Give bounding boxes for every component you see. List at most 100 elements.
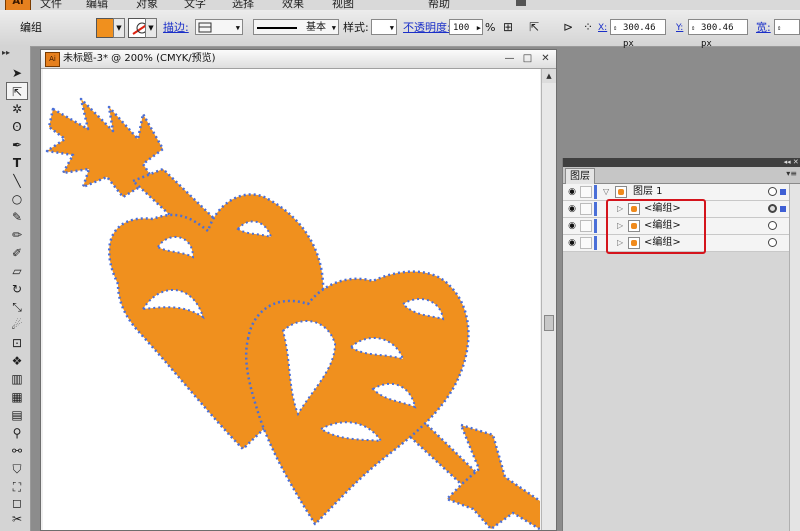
- visibility-eye-icon[interactable]: ◉: [566, 203, 578, 215]
- blob-brush-tool-icon[interactable]: ✐: [6, 244, 28, 262]
- pencil-tool-icon[interactable]: ✏: [6, 226, 28, 244]
- list-item[interactable]: ◉ ▷ <编组>: [563, 235, 789, 252]
- isolate-group-icon[interactable]: ⇱: [526, 19, 542, 35]
- width-stepper-icon[interactable]: ⇕: [777, 20, 781, 36]
- expand-layer-icon[interactable]: ▽: [603, 184, 609, 200]
- stroke-profile-dropdown-icon[interactable]: ▼: [332, 20, 336, 36]
- document-title-bar[interactable]: Ai 未标题-3* @ 200% (CMYK/预览) — □ ✕: [41, 50, 556, 69]
- recolor-artwork-icon[interactable]: ⊞: [500, 19, 516, 35]
- group-name[interactable]: <编组>: [644, 201, 681, 217]
- opacity-label[interactable]: 不透明度:: [403, 18, 451, 38]
- layer-name[interactable]: 图层 1: [633, 184, 663, 200]
- panel-close-icon[interactable]: ✕: [793, 158, 799, 166]
- stroke-profile-field[interactable]: 基本 ▼: [253, 19, 339, 35]
- paintbrush-tool-icon[interactable]: ✎: [6, 208, 28, 226]
- tab-layers[interactable]: 图层: [565, 168, 595, 184]
- stroke-label[interactable]: 描边:: [163, 18, 189, 38]
- live-paint-tool-icon[interactable]: ⛉: [6, 460, 28, 478]
- x-stepper-icon[interactable]: ⇕: [613, 20, 617, 36]
- type-tool-icon[interactable]: T: [6, 154, 28, 172]
- warp-tool-icon[interactable]: ☄: [6, 316, 28, 334]
- menu-help[interactable]: 帮助: [428, 0, 450, 10]
- column-graph-tool-icon[interactable]: ▥: [6, 370, 28, 388]
- menu-edit[interactable]: 编辑: [86, 0, 108, 10]
- menu-type[interactable]: 文字: [184, 0, 206, 10]
- stroke-weight-dropdown-icon[interactable]: ▼: [236, 20, 240, 36]
- layer-row[interactable]: ◉ ▽ 图层 1: [563, 184, 789, 201]
- group-selection-indicator[interactable]: [780, 206, 786, 212]
- artboard-canvas[interactable]: [43, 69, 540, 530]
- line-tool-icon[interactable]: ╲: [6, 172, 28, 190]
- gradient-tool-icon[interactable]: ▤: [6, 406, 28, 424]
- eraser-tool-icon[interactable]: ▱: [6, 262, 28, 280]
- opacity-input[interactable]: 100 ▶: [449, 19, 483, 35]
- slice-tool-icon[interactable]: ✂: [6, 510, 28, 528]
- scroll-up-icon[interactable]: ▲: [542, 69, 556, 83]
- lock-toggle[interactable]: [580, 220, 592, 232]
- y-input[interactable]: ⇕ 300.46 px: [688, 19, 748, 49]
- group-target-icon[interactable]: [768, 238, 777, 247]
- stroke-weight-field[interactable]: ▼: [195, 19, 243, 35]
- selection-type-label: 编组: [20, 21, 42, 34]
- close-icon[interactable]: ✕: [539, 52, 552, 65]
- mesh-tool-icon[interactable]: ▦: [6, 388, 28, 406]
- lasso-tool-icon[interactable]: ʘ: [6, 118, 28, 136]
- expand-group-icon[interactable]: ▷: [617, 218, 623, 234]
- heart-arrow-artwork[interactable]: [43, 69, 540, 530]
- menu-effect[interactable]: 效果: [282, 0, 304, 10]
- select-similar-icon[interactable]: ⊳: [560, 19, 576, 35]
- visibility-eye-icon[interactable]: ◉: [566, 237, 578, 249]
- document-vertical-scrollbar[interactable]: ▲: [541, 69, 556, 530]
- layers-scrollbar[interactable]: [789, 184, 800, 531]
- group-name[interactable]: <编组>: [644, 218, 681, 234]
- list-item[interactable]: ◉ ▷ <编组>: [563, 201, 789, 218]
- minimize-icon[interactable]: —: [503, 52, 516, 65]
- group-target-icon[interactable]: [768, 221, 777, 230]
- style-dropdown-icon[interactable]: ▼: [390, 20, 394, 36]
- visibility-eye-icon[interactable]: ◉: [566, 220, 578, 232]
- scrollbar-thumb[interactable]: [544, 315, 554, 331]
- list-item[interactable]: ◉ ▷ <编组>: [563, 218, 789, 235]
- expand-group-icon[interactable]: ▷: [617, 235, 623, 251]
- layer-target-icon[interactable]: [768, 187, 777, 196]
- style-field[interactable]: ▼: [371, 19, 397, 35]
- rotate-tool-icon[interactable]: ↻: [6, 280, 28, 298]
- pen-tool-icon[interactable]: ✒: [6, 136, 28, 154]
- x-label[interactable]: X:: [598, 18, 607, 38]
- free-transform-tool-icon[interactable]: ⊡: [6, 334, 28, 352]
- menu-object[interactable]: 对象: [136, 0, 158, 10]
- y-label[interactable]: Y:: [676, 18, 683, 38]
- reference-point-icon[interactable]: ⁘: [580, 19, 596, 35]
- symbol-sprayer-tool-icon[interactable]: ❖: [6, 352, 28, 370]
- blend-tool-icon[interactable]: ⚯: [6, 442, 28, 460]
- scale-tool-icon[interactable]: ⤡: [6, 298, 28, 316]
- lock-toggle[interactable]: [580, 203, 592, 215]
- group-name[interactable]: <编组>: [644, 235, 681, 251]
- lock-toggle[interactable]: [580, 237, 592, 249]
- layer-selection-indicator[interactable]: [780, 189, 786, 195]
- y-stepper-icon[interactable]: ⇕: [691, 20, 695, 36]
- selection-tool-icon[interactable]: ➤: [6, 64, 28, 82]
- opacity-arrow-icon[interactable]: ▶: [477, 20, 481, 36]
- menu-view[interactable]: 视图: [332, 0, 354, 10]
- bridge-icon[interactable]: [516, 0, 526, 6]
- panel-collapse-icon[interactable]: ▸▸: [2, 48, 10, 57]
- panel-collapse-arrows-icon[interactable]: ◂◂: [784, 158, 791, 166]
- x-input[interactable]: ⇕ 300.46 px: [610, 19, 666, 49]
- width-label[interactable]: 宽:: [756, 18, 771, 38]
- group-target-icon[interactable]: [768, 204, 777, 213]
- direct-selection-tool-icon[interactable]: ⇱: [6, 82, 28, 100]
- ellipse-tool-icon[interactable]: ○: [6, 190, 28, 208]
- lock-toggle[interactable]: [580, 186, 592, 198]
- expand-group-icon[interactable]: ▷: [617, 201, 623, 217]
- eyedropper-tool-icon[interactable]: ⚲: [6, 424, 28, 442]
- fill-dropdown[interactable]: ▼: [113, 18, 125, 38]
- width-input[interactable]: ⇕: [774, 19, 800, 35]
- menu-select[interactable]: 选择: [232, 0, 254, 10]
- menu-file[interactable]: 文件: [40, 0, 62, 10]
- visibility-eye-icon[interactable]: ◉: [566, 186, 578, 198]
- maximize-icon[interactable]: □: [521, 52, 534, 65]
- panel-menu-icon[interactable]: ▾≡: [786, 169, 797, 178]
- magic-wand-tool-icon[interactable]: ✲: [6, 100, 28, 118]
- stroke-dropdown[interactable]: ▼: [145, 18, 157, 38]
